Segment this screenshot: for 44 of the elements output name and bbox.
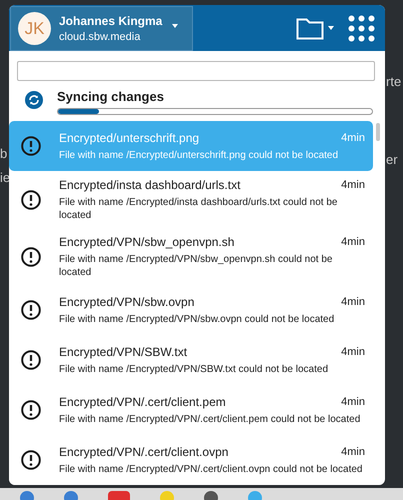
sync-icon — [25, 91, 43, 109]
activity-message: File with name /Encrypted/unterschrift.png could not be located — [59, 149, 340, 162]
alert-icon — [21, 136, 41, 156]
alert-icon — [21, 400, 41, 420]
activity-title: Encrypted/insta dashboard/urls.txt — [59, 177, 240, 193]
account-button[interactable]: JK Johannes Kingma cloud.sbw.media — [10, 6, 193, 51]
activity-title: Encrypted/VPN/sbw_openvpn.sh — [59, 234, 234, 250]
activity-time: 4min — [341, 345, 365, 360]
activity-time: 4min — [341, 131, 365, 146]
activity-title: Encrypted/VPN/SBW.txt — [59, 344, 188, 360]
alert-icon — [21, 300, 41, 320]
activity-time: 4min — [341, 178, 365, 193]
activity-title: Encrypted/VPN/sbw.ovpn — [59, 294, 194, 310]
activity-time: 4min — [341, 395, 365, 410]
activity-title: Encrypted/VPN/.cert/client.pem — [59, 394, 226, 410]
activity-time: 4min — [341, 295, 365, 310]
activity-message: File with name /Encrypted/VPN/sbw_openvpn.sh could not be located — [59, 253, 334, 279]
caret-icon — [328, 26, 334, 30]
background-text: b — [0, 146, 8, 162]
background-text: er — [386, 152, 398, 168]
alert-icon — [21, 190, 41, 210]
activity-time: 4min — [341, 235, 365, 250]
apps-grid-icon — [348, 14, 375, 42]
folder-icon — [296, 16, 324, 40]
alert-icon — [21, 350, 41, 370]
caret-icon — [172, 24, 178, 28]
activity-title: Encrypted/unterschrift.png — [59, 130, 200, 146]
scrollbar[interactable] — [376, 123, 380, 141]
alert-icon — [21, 450, 41, 470]
activity-title: Encrypted/VPN/.cert/client.ovpn — [59, 444, 228, 460]
background-text: ie — [0, 170, 10, 186]
avatar: JK — [18, 12, 51, 45]
sync-status: Syncing changes — [57, 89, 165, 105]
activity-message: File with name /Encrypted/VPN/SBW.txt could not be located — [59, 363, 330, 376]
search-field[interactable] — [17, 61, 375, 81]
account-name: Johannes Kingma — [59, 13, 164, 30]
activity-message: File with name /Encrypted/insta dashboard/urls.txt could not be located — [59, 196, 338, 222]
alert-icon — [21, 246, 41, 266]
server-address: cloud.sbw.media — [59, 30, 142, 45]
activity-message: File with name /Encrypted/VPN/sbw.ovpn could not be located — [59, 313, 336, 326]
activity-message: File with name /Encrypted/VPN/.cert/client.ovpn could not be located — [59, 463, 364, 476]
activity-time: 4min — [341, 445, 365, 460]
activity-message: File with name /Encrypted/VPN/.cert/client.pem could not be located — [59, 413, 362, 426]
background-text: rte — [386, 74, 402, 90]
